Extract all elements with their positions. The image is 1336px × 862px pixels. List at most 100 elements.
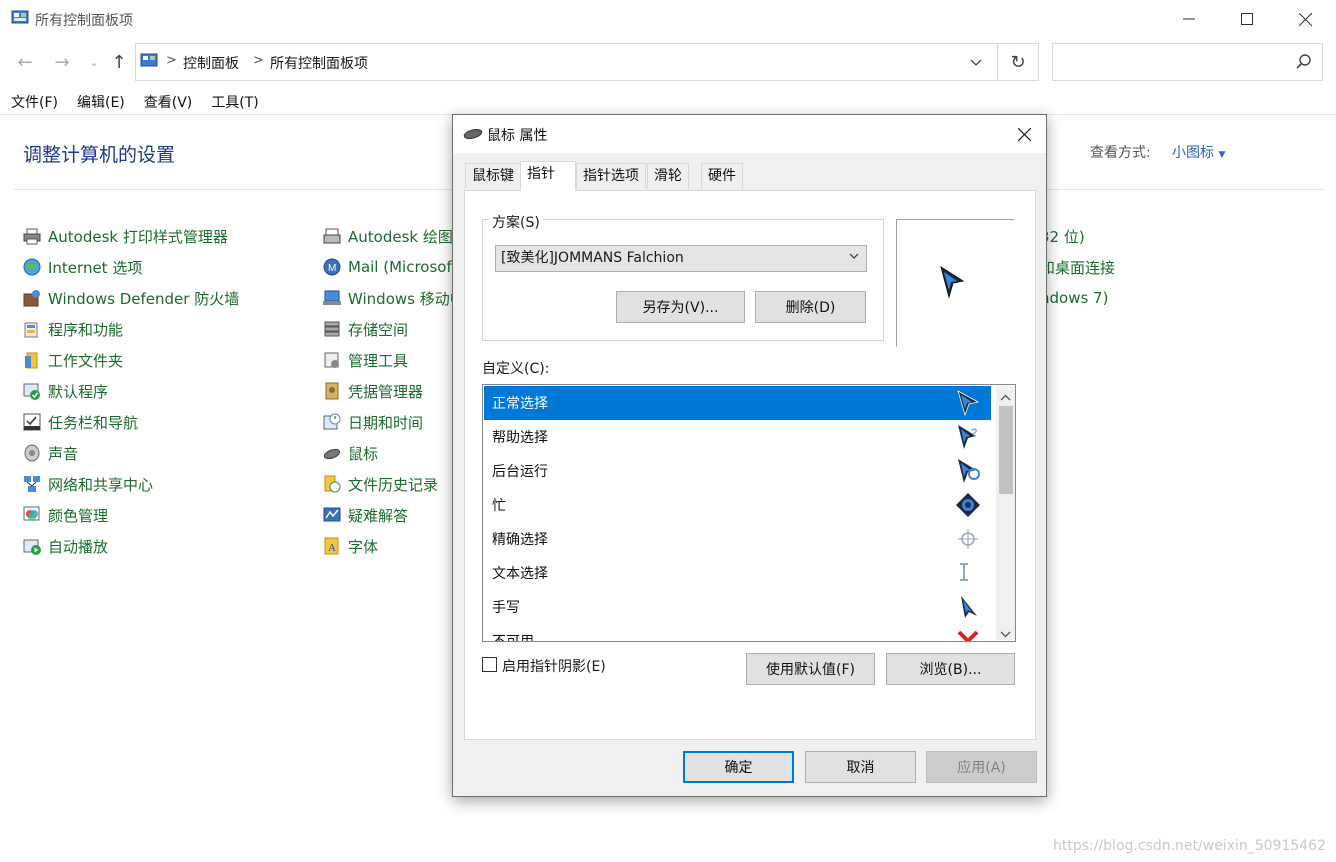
cp-item-label: 声音 [48, 444, 79, 463]
cp-item-admin-tools[interactable]: 管理工具 [323, 349, 408, 371]
cp-item-autodesk-plotter[interactable]: Autodesk 绘图 [323, 225, 453, 247]
cp-item-default-programs[interactable]: 默认程序 [23, 380, 108, 402]
cp-item-label: 管理工具 [348, 351, 409, 370]
list-item[interactable]: 文本选择 [484, 556, 991, 590]
tab-hardware[interactable]: 硬件 [701, 163, 743, 189]
view-mode-label: 查看方式: [1090, 145, 1151, 161]
maximize-button[interactable] [1218, 0, 1276, 38]
breadcrumb-all-items[interactable]: 所有控制面板项 [270, 53, 368, 73]
admin-tools-icon [323, 351, 341, 369]
dialog-close-button[interactable] [1009, 121, 1039, 147]
cp-item-label: 文件历史记录 [348, 475, 439, 494]
ok-button[interactable]: 确定 [683, 751, 794, 783]
handwriting-cursor-icon [955, 594, 981, 620]
dialog-title: 鼠标 属性 [487, 128, 548, 144]
scrollbar[interactable] [996, 386, 1015, 640]
save-as-button[interactable]: 另存为(V)... [616, 291, 745, 323]
cp-item-mouse[interactable]: 鼠标 [323, 442, 378, 464]
search-icon [1296, 54, 1312, 74]
cp-item-work-folders[interactable]: 工作文件夹 [23, 349, 123, 371]
view-mode-value: 小图标 [1172, 145, 1214, 161]
list-item[interactable]: 精确选择 [484, 522, 991, 556]
cp-item-autodesk-print-style[interactable]: Autodesk 打印样式管理器 [23, 225, 228, 247]
address-dropdown-icon[interactable] [969, 52, 983, 76]
cp-item-autoplay[interactable]: 自动播放 [23, 535, 108, 557]
cancel-button[interactable]: 取消 [805, 751, 916, 783]
folder-icon [23, 351, 41, 369]
cp-item-label: 默认程序 [48, 382, 109, 401]
browse-button[interactable]: 浏览(B)... [886, 653, 1015, 685]
cp-item-mail[interactable]: M Mail (Microsof [323, 256, 452, 278]
cp-item-troubleshooting[interactable]: 疑难解答 [323, 504, 408, 526]
list-item[interactable]: 正常选择 [484, 386, 991, 420]
menu-tools[interactable]: 工具(T) [200, 92, 266, 114]
cp-item-date-time[interactable]: 日期和时间 [323, 411, 423, 433]
troubleshooting-icon [323, 506, 341, 524]
customize-label: 自定义(C): [482, 361, 550, 377]
tab-pointers[interactable]: 指针 [520, 161, 576, 191]
cursor-name: 正常选择 [492, 396, 548, 412]
storage-icon [323, 320, 341, 338]
list-item[interactable]: 不可用 [484, 624, 991, 641]
up-arrow-icon[interactable]: ↑ [107, 50, 131, 74]
list-item[interactable]: 帮助选择 ? [484, 420, 991, 454]
tab-pointer-options[interactable]: 指针选项 [576, 163, 646, 189]
cp-item-programs-features[interactable]: 程序和功能 [23, 318, 123, 340]
busy-cursor-icon [955, 492, 981, 518]
list-item[interactable]: 手写 [484, 590, 991, 624]
scroll-up-icon[interactable] [1000, 390, 1011, 406]
cp-item-label: 凭据管理器 [348, 382, 424, 401]
cp-item-network-sharing[interactable]: 网络和共享中心 [23, 473, 153, 495]
autoplay-icon [23, 537, 41, 555]
address-bar[interactable]: > 控制面板 > 所有控制面板项 [135, 43, 998, 81]
breadcrumb-control-panel[interactable]: 控制面板 [183, 53, 239, 73]
scroll-thumb[interactable] [999, 406, 1013, 494]
list-item[interactable]: 忙 [484, 488, 991, 522]
clock-icon [323, 413, 341, 431]
cp-item-taskbar-navigation[interactable]: 任务栏和导航 [23, 411, 138, 433]
menu-view[interactable]: 查看(V) [133, 92, 201, 114]
search-input[interactable] [1052, 43, 1323, 81]
use-default-button[interactable]: 使用默认值(F) [746, 653, 875, 685]
tab-buttons[interactable]: 鼠标键 [465, 163, 521, 189]
cp-item-label: 日期和时间 [348, 413, 424, 432]
forward-arrow-icon[interactable]: → [50, 50, 74, 74]
cp-item-color-management[interactable]: 颜色管理 [23, 504, 108, 526]
list-item[interactable]: 后台运行 [484, 454, 991, 488]
window-title: 所有控制面板项 [35, 13, 133, 29]
pointer-shadow-checkbox[interactable] [482, 657, 497, 672]
svg-text:?: ? [971, 427, 977, 439]
apply-button[interactable]: 应用(A) [926, 751, 1037, 783]
cp-item-storage-spaces[interactable]: 存储空间 [323, 318, 408, 340]
back-arrow-icon[interactable]: ← [13, 50, 37, 74]
cp-item-credential-manager[interactable]: 凭据管理器 [323, 380, 423, 402]
scheme-dropdown[interactable]: [致美化]JOMMANS Falchion [495, 245, 867, 272]
cp-item-fonts[interactable]: A 字体 [323, 535, 378, 557]
view-mode-dropdown[interactable]: 小图标 ▼ [1172, 142, 1225, 162]
cp-item-sound[interactable]: 声音 [23, 442, 78, 464]
close-button[interactable] [1276, 0, 1334, 38]
svg-text:A: A [328, 542, 336, 554]
menu-file[interactable]: 文件(F) [0, 92, 66, 114]
precision-select-cursor-icon [955, 526, 981, 552]
scroll-down-icon[interactable] [1000, 626, 1011, 641]
minimize-button[interactable] [1160, 0, 1218, 38]
programs-icon [23, 320, 41, 338]
mobility-icon [323, 289, 341, 307]
cursor-list[interactable]: 正常选择 帮助选择 ? 后台运行 忙 精确选择 文本选择 手写 不可用 [482, 384, 1016, 642]
recent-locations-chevron-icon[interactable]: ⌄ [82, 50, 106, 74]
tab-wheel[interactable]: 滑轮 [647, 163, 689, 189]
cp-item-file-history[interactable]: 文件历史记录 [323, 473, 438, 495]
cp-item-internet-options[interactable]: Internet 选项 [23, 256, 142, 278]
cp-item-label: Mail (Microsof [348, 258, 452, 276]
menu-edit[interactable]: 编辑(E) [66, 92, 133, 114]
cp-item-windows-mobility[interactable]: Windows 移动中 [323, 287, 465, 309]
cp-item-label: 存储空间 [348, 320, 409, 339]
delete-button[interactable]: 删除(D) [755, 291, 866, 323]
cp-item-firewall[interactable]: Windows Defender 防火墙 [23, 287, 239, 309]
refresh-icon[interactable]: ↻ [997, 43, 1039, 81]
cp-item-partial[interactable]: ndows 7) [1040, 287, 1108, 309]
cp-item-label: Windows 移动中 [348, 289, 465, 308]
cp-item-partial[interactable]: 和桌面连接 [1040, 256, 1115, 278]
cp-item-label: 工作文件夹 [48, 351, 124, 370]
